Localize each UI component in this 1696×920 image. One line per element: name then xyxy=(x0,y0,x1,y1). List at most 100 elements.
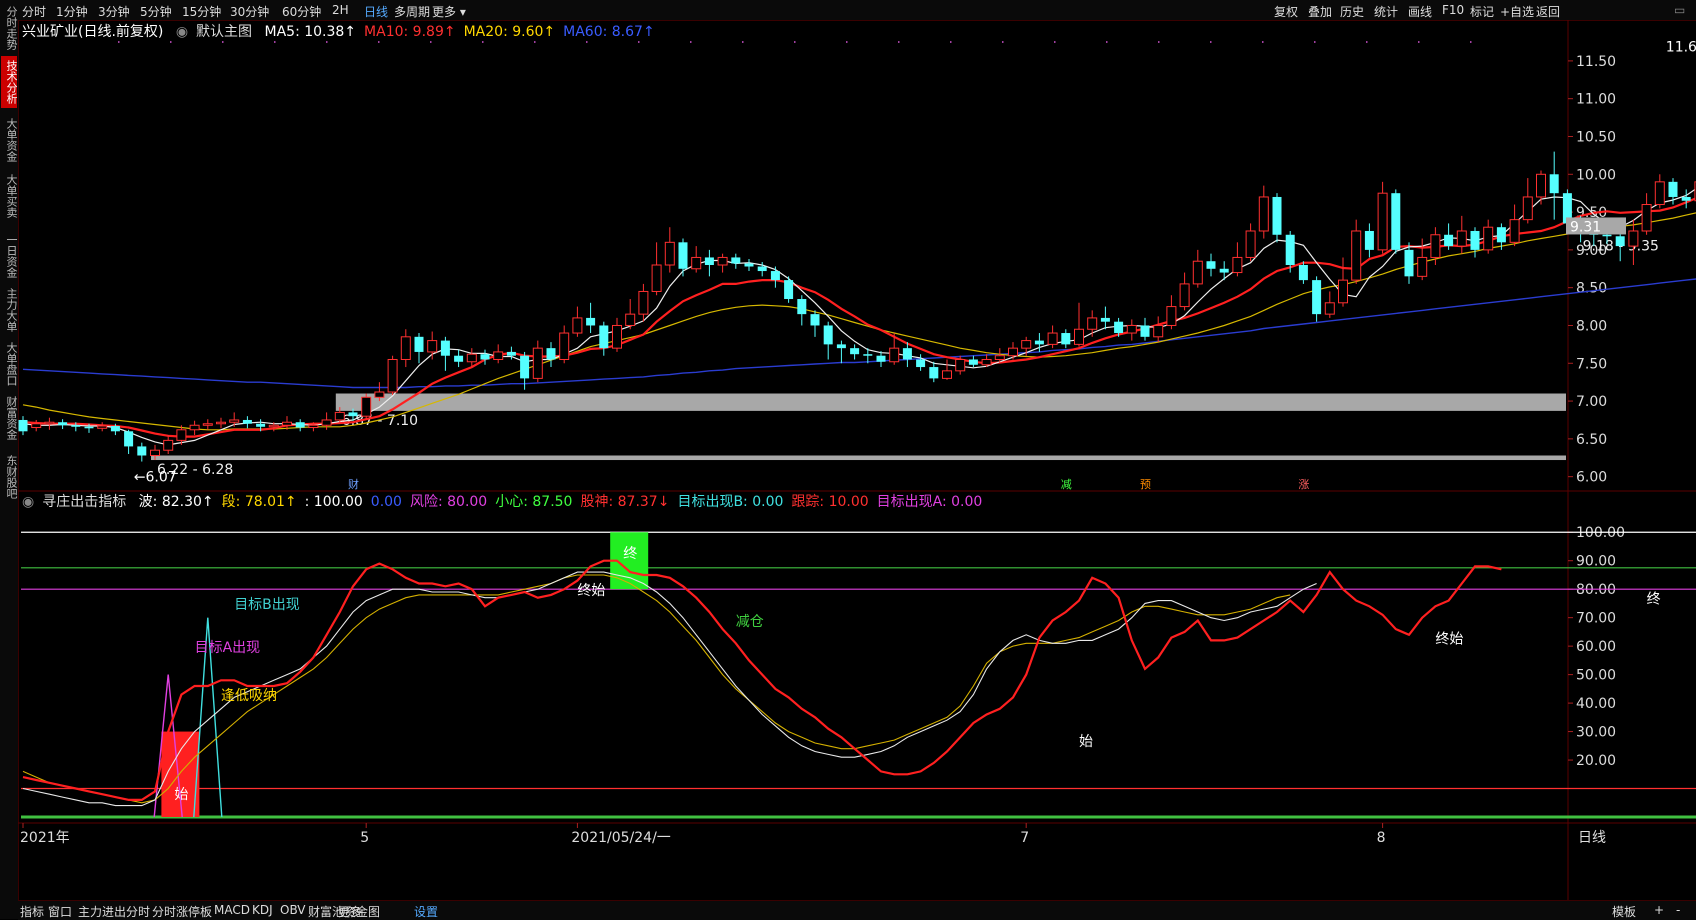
candle-body xyxy=(704,257,714,265)
left-tab-6[interactable]: 大单盘口 xyxy=(1,338,18,390)
timeframe-6[interactable]: 60分钟 xyxy=(282,3,321,20)
candle-body xyxy=(638,290,649,315)
toolbar-0[interactable]: 复权 xyxy=(1274,3,1298,20)
left-tab-2[interactable]: 大单资金 xyxy=(1,114,18,166)
main-ytick-label: 6.50 xyxy=(1576,432,1607,448)
main-ytick-label: 10.00 xyxy=(1576,167,1616,183)
candle-body xyxy=(58,422,68,426)
bottom-tab-9[interactable]: 设置 xyxy=(414,903,438,920)
candle-body xyxy=(1338,279,1348,304)
timeframe-1[interactable]: 1分钟 xyxy=(56,3,88,20)
left-tab-1[interactable]: 技术分析 xyxy=(1,56,18,108)
candle-body xyxy=(625,313,636,326)
top-tick xyxy=(1366,41,1368,43)
timeframe-2[interactable]: 3分钟 xyxy=(98,3,130,20)
left-tab-0[interactable]: 分时走势 xyxy=(1,2,18,54)
candle-body xyxy=(876,355,886,362)
timeframe-9[interactable]: 多周期 xyxy=(394,3,430,20)
candle-body xyxy=(1166,306,1177,326)
bottom-right-1[interactable]: + xyxy=(1654,903,1664,917)
toolbar-3[interactable]: 统计 xyxy=(1374,3,1398,20)
price-axis-tag-label: 9.31 xyxy=(1570,219,1601,235)
bottom-tab-6[interactable]: OBV xyxy=(280,903,306,917)
candle-body xyxy=(1100,317,1110,322)
indicator-annotation: 终始 xyxy=(1435,631,1463,647)
indicator-annotation: 终始 xyxy=(577,583,605,599)
candle-body xyxy=(1074,328,1084,345)
candle-body xyxy=(1602,234,1612,237)
candle-body xyxy=(348,412,358,417)
restore-icon[interactable]: ▭ xyxy=(1674,3,1685,17)
candle-body xyxy=(586,317,596,326)
candle-body xyxy=(1681,196,1691,201)
candle-body xyxy=(1351,230,1362,281)
candle-body xyxy=(189,424,200,431)
timeframe-5[interactable]: 30分钟 xyxy=(230,3,269,20)
low-price-label: ←6.07 xyxy=(134,469,177,485)
timeframe-0[interactable]: 分时 xyxy=(22,3,46,20)
left-tab-8[interactable]: 东财股吧 xyxy=(1,448,18,506)
left-tab-3[interactable]: 大单买卖 xyxy=(1,170,18,222)
candle-body xyxy=(1324,302,1335,315)
bottom-tab-5[interactable]: KDJ xyxy=(252,903,273,917)
toolbar-8[interactable]: 返回 xyxy=(1536,3,1560,20)
candle-body xyxy=(717,256,728,266)
candle-body xyxy=(454,355,464,362)
candle-body xyxy=(137,446,147,456)
candle-body xyxy=(18,419,28,432)
candle-body xyxy=(427,340,438,353)
toolbar-2[interactable]: 历史 xyxy=(1340,3,1364,20)
timeframe-7[interactable]: 2H xyxy=(332,3,349,17)
signal-block-label: 始 xyxy=(174,787,188,803)
top-tick xyxy=(1314,41,1316,43)
candle-body xyxy=(532,347,543,379)
bottom-right-0[interactable]: 模板 xyxy=(1612,903,1636,920)
top-tick xyxy=(1054,41,1056,43)
main-ytick-label: 7.50 xyxy=(1576,356,1607,372)
indicator-annotation: 目标A出现 xyxy=(195,640,261,656)
candle-body xyxy=(1404,249,1414,277)
timeframe-10[interactable]: 更多 ▾ xyxy=(432,3,466,20)
candle-body xyxy=(1522,196,1533,221)
bottom-tab-8[interactable]: 更多 xyxy=(338,903,362,920)
bottom-tab-2[interactable]: 主力进出分时 xyxy=(78,903,150,920)
candle-body xyxy=(744,263,754,267)
candle-body xyxy=(1391,193,1401,250)
left-tab-4[interactable]: 一日资金 xyxy=(1,230,18,282)
bottom-tab-1[interactable]: 窗口 xyxy=(48,903,72,920)
toolbar-5[interactable]: F10 xyxy=(1442,3,1464,17)
top-tick xyxy=(950,41,952,43)
toolbar-7[interactable]: +自选 xyxy=(1500,3,1534,20)
top-tick xyxy=(846,41,848,43)
top-tick xyxy=(326,41,328,43)
candle-body xyxy=(916,359,926,368)
timeframe-4[interactable]: 15分钟 xyxy=(182,3,221,20)
bottom-tab-3[interactable]: 分时涨停板 xyxy=(152,903,212,920)
candle-body xyxy=(520,355,530,379)
candle-body xyxy=(242,419,252,424)
toolbar-4[interactable]: 画线 xyxy=(1408,3,1432,20)
toolbar-6[interactable]: 标记 xyxy=(1470,3,1494,20)
main-ytick-label: 8.50 xyxy=(1576,281,1607,297)
bottom-right-2[interactable]: - xyxy=(1676,903,1680,917)
candle-body xyxy=(1549,174,1559,194)
timeframe-3[interactable]: 5分钟 xyxy=(140,3,172,20)
main-ytick-label: 11.50 xyxy=(1576,54,1616,70)
bottom-tab-0[interactable]: 指标 xyxy=(20,903,44,920)
candle-body xyxy=(836,344,846,349)
indicator-annotation: 终 xyxy=(1647,591,1661,607)
left-tab-5[interactable]: 主力大单 xyxy=(1,284,18,336)
candle-body xyxy=(163,439,174,451)
left-tab-7[interactable]: 财富资金 xyxy=(1,392,18,444)
main-ytick-label: 8.00 xyxy=(1576,318,1607,334)
bottom-tab-4[interactable]: MACD xyxy=(214,903,250,917)
top-tick xyxy=(898,41,900,43)
x-tick-label: 8 xyxy=(1377,830,1386,846)
x-tick-label: 5 xyxy=(360,830,369,846)
ma60-line xyxy=(22,278,1696,389)
toolbar-1[interactable]: 叠加 xyxy=(1308,3,1332,20)
x-tick-label: 2021/05/24/一 xyxy=(571,830,670,846)
timeframe-8[interactable]: 日线 xyxy=(364,3,388,20)
stock-chart[interactable]: 6.006.507.007.508.008.509.009.5010.0010.… xyxy=(18,20,1696,900)
candle-body xyxy=(1153,324,1164,338)
